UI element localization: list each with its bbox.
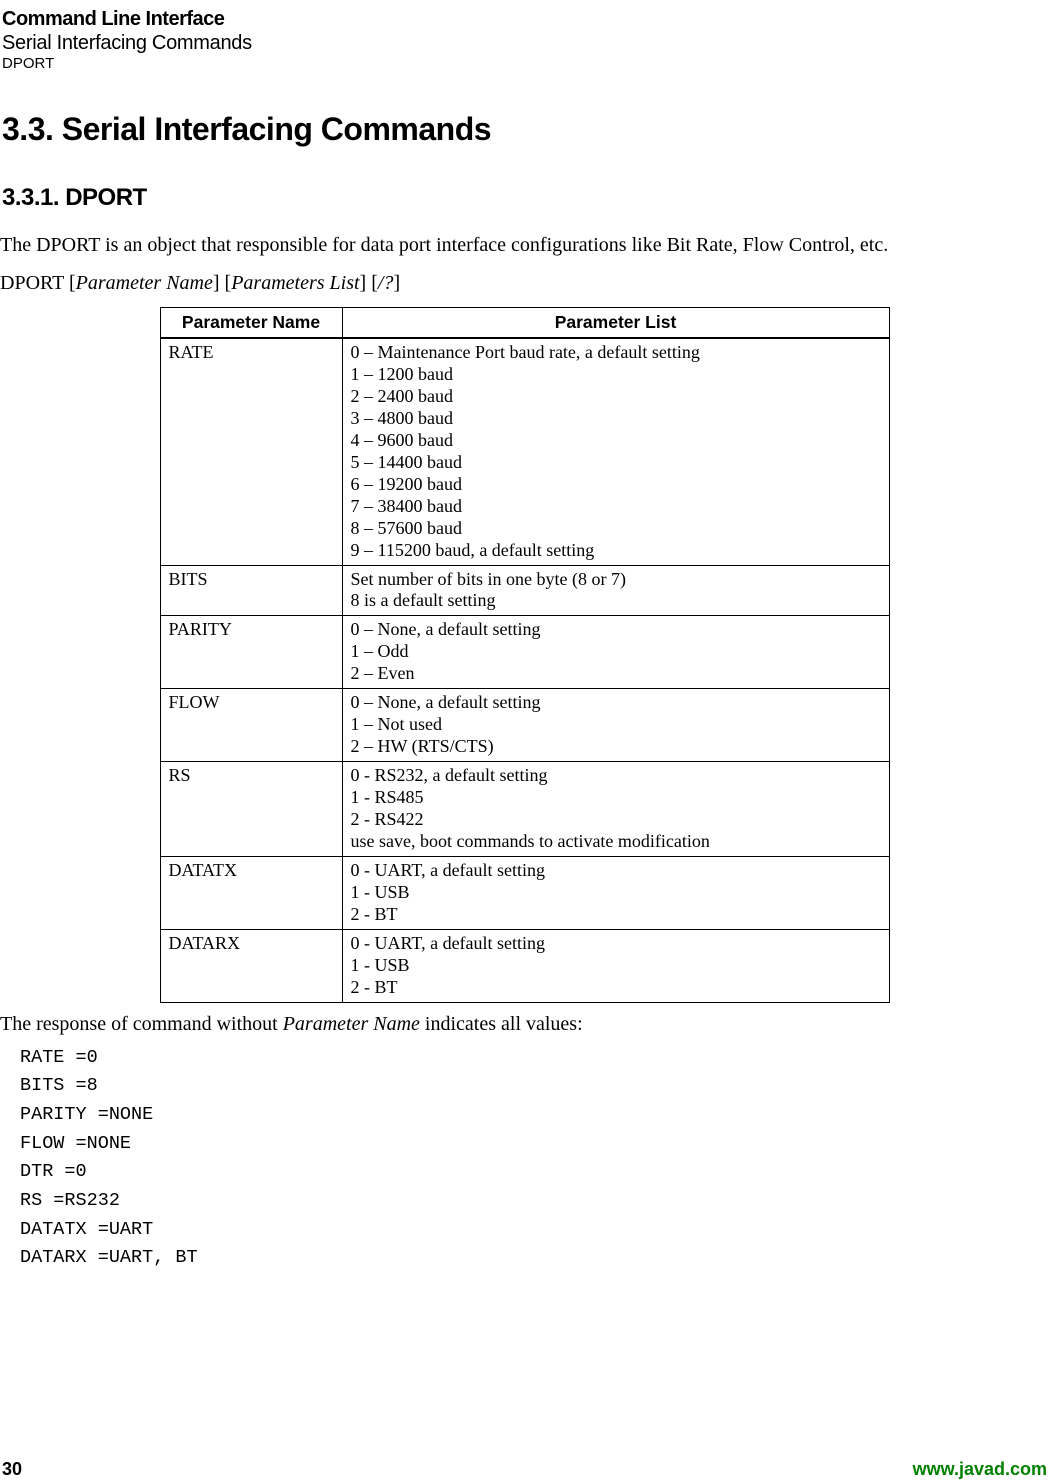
param-list-cell: Set number of bits in one byte (8 or 7) … [342, 565, 889, 616]
param-list-cell: 0 - UART, a default setting 1 - USB 2 - … [342, 929, 889, 1002]
param-name-cell: DATARX [160, 929, 342, 1002]
syntax-prefix: DPORT [ [0, 272, 76, 294]
table-header-list: Parameter List [342, 308, 889, 339]
syntax-param-name: Parameter Name [76, 272, 213, 294]
param-name-cell: PARITY [160, 616, 342, 689]
param-name-cell: BITS [160, 565, 342, 616]
section-heading: 3.3. Serial Interfacing Commands [2, 111, 1049, 148]
param-list-cell: 0 – None, a default setting 1 – Odd 2 – … [342, 616, 889, 689]
table-row: PARITY 0 – None, a default setting 1 – O… [160, 616, 889, 689]
response-ital: Parameter Name [283, 1013, 420, 1035]
syntax-mid2: ] [ [360, 272, 378, 294]
param-list-cell: 0 – None, a default setting 1 – Not used… [342, 689, 889, 762]
command-syntax: DPORT [Parameter Name] [Parameters List]… [0, 272, 1049, 295]
syntax-help: /? [378, 272, 394, 294]
header-chapter: Command Line Interface [2, 8, 1049, 31]
intro-paragraph: The DPORT is an object that responsible … [0, 232, 1049, 258]
syntax-mid1: ] [ [213, 272, 231, 294]
header-subsection: DPORT [2, 55, 1049, 73]
response-label: The response of command without Paramete… [0, 1013, 1049, 1036]
table-row: DATATX0 - UART, a default setting 1 - US… [160, 856, 889, 929]
param-list-cell: 0 – Maintenance Port baud rate, a defaul… [342, 338, 889, 565]
param-name-cell: RS [160, 762, 342, 857]
param-list-cell: 0 - UART, a default setting 1 - USB 2 - … [342, 856, 889, 929]
table-row: DATARX0 - UART, a default setting 1 - US… [160, 929, 889, 1002]
page-number: 30 [2, 1459, 22, 1480]
parameters-table: Parameter Name Parameter List RATE0 – Ma… [160, 307, 890, 1003]
param-name-cell: FLOW [160, 689, 342, 762]
syntax-suffix: ] [393, 272, 400, 294]
table-row: FLOW0 – None, a default setting 1 – Not … [160, 689, 889, 762]
table-header-name: Parameter Name [160, 308, 342, 339]
param-name-cell: RATE [160, 338, 342, 565]
table-row: BITSSet number of bits in one byte (8 or… [160, 565, 889, 616]
footer-url: www.javad.com [913, 1459, 1047, 1480]
param-list-cell: 0 - RS232, a default setting 1 - RS485 2… [342, 762, 889, 857]
table-row: RS0 - RS232, a default setting 1 - RS485… [160, 762, 889, 857]
response-pre: The response of command without [0, 1013, 283, 1035]
param-name-cell: DATATX [160, 856, 342, 929]
response-block: RATE =0 BITS =8 PARITY =NONE FLOW =NONE … [20, 1044, 1049, 1273]
response-post: indicates all values: [420, 1013, 583, 1035]
syntax-param-list: Parameters List [231, 272, 359, 294]
header-section: Serial Interfacing Commands [2, 31, 1049, 55]
table-row: RATE0 – Maintenance Port baud rate, a de… [160, 338, 889, 565]
subsection-heading: 3.3.1. DPORT [2, 184, 1049, 212]
